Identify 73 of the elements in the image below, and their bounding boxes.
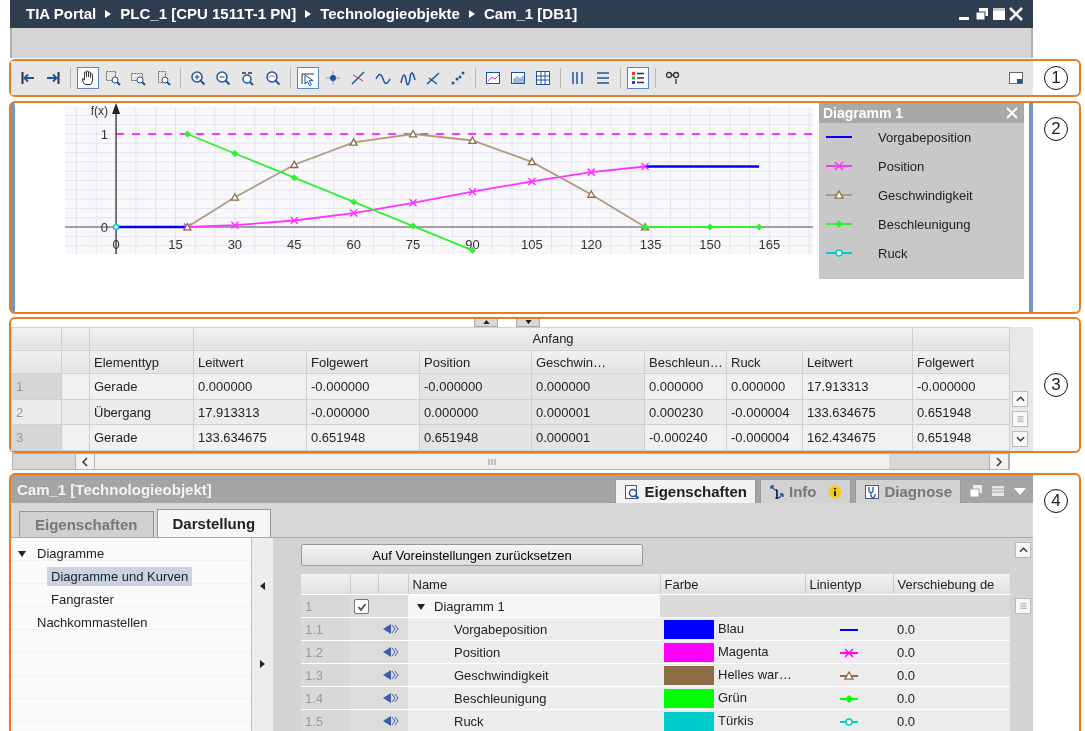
axis-tick-label: 15	[168, 236, 183, 252]
legend-title: Diagramm 1	[823, 104, 904, 121]
table-cell: 0.000000	[726, 373, 803, 400]
color-name: Türkis	[718, 712, 754, 728]
axis-tick-label: 60	[346, 236, 361, 252]
color-name: Helles war…	[718, 666, 792, 682]
axis-tick-label: 135	[639, 236, 662, 252]
legend-label: Beschleunigung	[878, 216, 971, 232]
table-cell: Gerade	[89, 424, 194, 451]
table-cell: 0.0	[897, 667, 916, 683]
table-cell: 0.0	[897, 621, 916, 637]
table-cell: 0.000230	[644, 399, 727, 425]
axis-tick-label: 165	[758, 236, 781, 252]
row-number: 1.5	[301, 709, 350, 731]
row-number: 1.1	[301, 617, 350, 641]
table-cell: -0.000000	[912, 373, 1010, 400]
table-cell: 0.0	[897, 713, 916, 729]
table-cell: 17.913313	[802, 373, 913, 400]
row-number: 1.3	[301, 663, 350, 687]
legend-label: Position	[878, 158, 925, 174]
table-cell: 0.651948	[912, 424, 1010, 451]
table-cell: Gerade	[89, 373, 194, 400]
curve-name: Vorgabeposition	[453, 621, 548, 637]
axis-tick-label: 1	[100, 126, 109, 142]
row-number: 1	[11, 373, 62, 400]
table-cell: -0.000000	[419, 373, 532, 400]
axis-tick-label: 120	[580, 236, 603, 252]
table-cell: 0.651948	[419, 424, 532, 451]
inspector-title: Cam_1 [Technologieobjekt]	[17, 480, 212, 498]
table-cell: 0.0	[897, 690, 916, 706]
table-cell: 133.634675	[193, 424, 307, 451]
color-name: Blau	[718, 620, 745, 636]
axis-tick-label: 45	[287, 236, 302, 252]
table-cell: 0.000000	[419, 399, 532, 425]
curve-name: Geschwindigkeit	[453, 667, 549, 683]
table-cell: -0.000004	[726, 399, 803, 425]
group-name: Diagramm 1	[434, 598, 505, 614]
curve-name: Beschleunigung	[453, 690, 547, 706]
row-number: 3	[11, 424, 62, 451]
axis-tick-label: 75	[405, 236, 421, 252]
table-cell: 162.434675	[802, 424, 913, 451]
legend-label: Ruck	[878, 245, 908, 261]
row-number: 1.2	[301, 640, 350, 664]
axis-tick-label: 0	[100, 219, 109, 235]
table-cell: Übergang	[89, 399, 194, 425]
table-cell: 0.0	[897, 644, 916, 660]
table-cell: 0.651948	[306, 424, 420, 451]
column-group-header: Anfang	[193, 327, 913, 351]
table-cell: -0.000240	[644, 424, 727, 451]
row-number: 1	[301, 594, 350, 618]
legend-label: Vorgabeposition	[878, 129, 972, 145]
table-cell: -0.000004	[726, 424, 803, 451]
y-axis-label: f(x)	[90, 103, 109, 118]
curve-name: Position	[453, 644, 501, 660]
table-cell: 0.000000	[531, 373, 645, 400]
legend-label: Geschwindigkeit	[878, 187, 973, 203]
table-cell: 0.000001	[531, 399, 645, 425]
table-cell: 0.000000	[193, 373, 307, 400]
table-cell: -0.000000	[306, 373, 420, 400]
row-number: 1.4	[301, 686, 350, 710]
table-cell: 133.634675	[802, 399, 913, 425]
row-number: 2	[11, 399, 62, 425]
curve-name: Ruck	[453, 713, 484, 729]
color-name: Grün	[718, 689, 747, 705]
axis-tick-label: 105	[521, 236, 543, 252]
color-name: Magenta	[718, 643, 769, 659]
table-cell: 0.651948	[912, 399, 1010, 425]
axis-tick-label: 30	[227, 236, 243, 252]
table-cell: 17.913313	[193, 399, 307, 425]
table-cell: 0.000000	[644, 373, 727, 400]
table-cell: -0.000000	[306, 399, 420, 425]
table-cell: 0.000001	[531, 424, 645, 451]
axis-tick-label: 150	[699, 236, 721, 252]
